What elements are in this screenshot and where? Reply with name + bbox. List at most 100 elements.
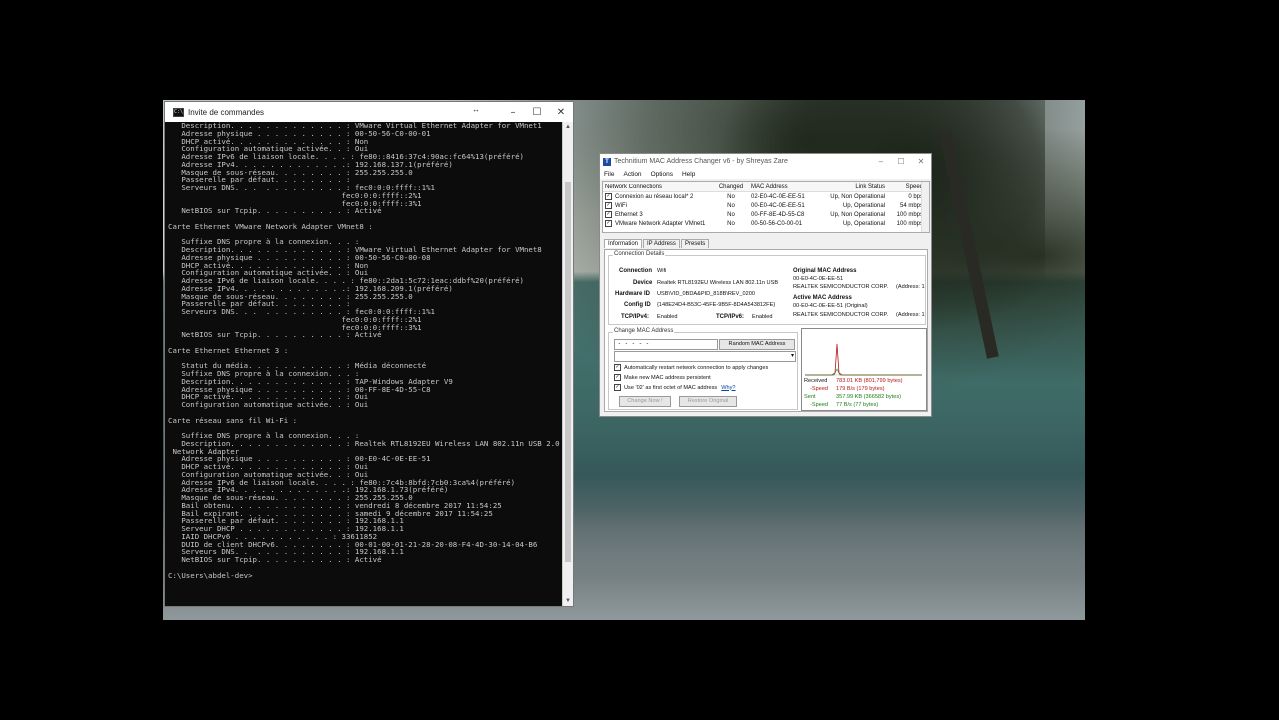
scroll-up-icon[interactable]: ▲: [563, 122, 573, 132]
tmac-app-icon: T: [603, 157, 611, 166]
connection-name-cell: ✓ VMware Network Adapter VMnet1: [603, 220, 713, 227]
connection-name-cell: ✓ Connexion au réseau local* 2: [603, 193, 713, 200]
tcpipv4-label: TCP/IPv4:: [621, 314, 650, 320]
first-octet-checkbox-row[interactable]: ✓ Use '02' as first octet of MAC address…: [614, 384, 736, 391]
cmd-titlebar[interactable]: C:\ Invite de commandes ↔ – ☐ ✕: [165, 102, 573, 122]
table-row[interactable]: ✓ VMware Network Adapter VMnet1 No 00-50-56…: [603, 219, 929, 228]
tab-information[interactable]: Information: [604, 239, 643, 248]
menu-options[interactable]: Options: [651, 171, 673, 178]
sent-traffic-line: [805, 368, 922, 376]
command-prompt-window[interactable]: C:\ Invite de commandes ↔ – ☐ ✕ Descript…: [164, 101, 574, 607]
table-scrollbar[interactable]: [921, 182, 929, 232]
tmac-menubar: File Action Options Help: [600, 169, 931, 179]
col-changed[interactable]: Changed: [713, 184, 749, 190]
changed-cell: No: [727, 211, 735, 218]
col-speed[interactable]: Speed: [887, 184, 925, 190]
col-link-status[interactable]: Link Status: [813, 184, 887, 190]
connection-name: WiFi: [615, 202, 627, 209]
cmd-scrollbar[interactable]: ▲ ▼: [562, 122, 573, 606]
tab-ip-address[interactable]: IP Address: [643, 239, 680, 248]
mac-address-cell: 00-E0-4C-0E-EE-51: [751, 202, 805, 209]
random-mac-button[interactable]: Random MAC Address: [719, 339, 795, 350]
link-status-cell: Up, Non Operational: [830, 211, 885, 218]
config-id-value: {148E24D4-B53C-45FE-9B5F-8D4A543812FE}: [657, 302, 776, 308]
changed-cell: No: [727, 220, 735, 227]
information-panel: Connection Details Connection Wifi Devic…: [604, 249, 928, 412]
minimize-button[interactable]: –: [501, 107, 525, 118]
row-checkbox[interactable]: ✓: [605, 220, 612, 227]
row-checkbox[interactable]: ✓: [605, 202, 612, 209]
col-network-connections[interactable]: Network Connections: [603, 184, 713, 190]
tx-speed-value: 77 B/s (77 bytes): [836, 402, 879, 408]
original-mac-value: 00-E0-4C-0E-EE-51: [793, 276, 844, 282]
rx-speed-value: 179 B/s (179 bytes): [836, 386, 885, 392]
changed-cell: No: [727, 193, 735, 200]
chevron-down-icon: ▾: [790, 353, 794, 359]
table-header: Network Connections Changed MAC Address …: [603, 182, 929, 192]
persistent-checkbox-row[interactable]: ✓ Make new MAC address persistent: [614, 374, 711, 381]
checkbox-auto-restart[interactable]: ✓: [614, 364, 621, 371]
scroll-down-icon[interactable]: ▼: [563, 596, 573, 606]
connection-name: Connexion au réseau local* 2: [615, 193, 694, 200]
col-mac-address[interactable]: MAC Address: [749, 184, 813, 190]
tmac-minimize-button[interactable]: –: [871, 157, 891, 166]
auto-restart-checkbox-row[interactable]: ✓ Automatically restart network connecti…: [614, 364, 768, 371]
why-link[interactable]: Why?: [721, 385, 735, 391]
menu-action[interactable]: Action: [623, 171, 641, 178]
table-row[interactable]: ✓ WiFi No 00-E0-4C-0E-EE-51 Up, Operational 5…: [603, 201, 929, 210]
auto-restart-label: Automatically restart network connection…: [624, 364, 769, 371]
cmd-output[interactable]: Description. . . . . . . . . . . . . : V…: [168, 122, 561, 606]
tab-presets[interactable]: Presets: [680, 239, 710, 248]
menu-file[interactable]: File: [604, 171, 614, 178]
tx-speed-label: -Speed: [810, 402, 829, 408]
tmac-maximize-button[interactable]: ☐: [891, 157, 911, 166]
original-address: (Address: 1: [896, 284, 925, 290]
device-label: Device: [633, 280, 653, 286]
maximize-button[interactable]: ☐: [525, 107, 549, 118]
tcpipv4-value: Enabled: [657, 314, 678, 320]
mac-address-cell: 00-50-56-C0-00-01: [751, 220, 803, 227]
received-value: 783.01 KB (801,799 bytes): [836, 378, 903, 384]
active-mac-label: Active MAC Address: [793, 295, 852, 301]
cmd-output-text: Description. . . . . . . . . . . . . : V…: [168, 122, 560, 580]
speed-cell: 54 mbps: [899, 202, 923, 209]
connections-table[interactable]: Network Connections Changed MAC Address …: [602, 181, 930, 233]
connection-name-cell: ✓ Ethernet 3: [603, 211, 713, 218]
table-row[interactable]: ✓ Connexion au réseau local* 2 No 02-E0-4C-…: [603, 192, 929, 201]
hardware-id-value: USB\VID_0BDA&PID_818B\REV_0200: [657, 291, 755, 297]
original-vendor: REALTEK SEMICONDUCTOR CORP.: [793, 284, 889, 290]
mac-address-cell: 00-FF-8E-4D-55-C8: [751, 211, 805, 218]
tmac-titlebar[interactable]: T Technitium MAC Address Changer v6 - by…: [600, 154, 931, 169]
change-now-button[interactable]: Change Now !: [619, 396, 671, 407]
checkbox-persistent[interactable]: ✓: [614, 374, 621, 381]
scroll-thumb[interactable]: [565, 182, 571, 562]
row-checkbox[interactable]: ✓: [605, 211, 612, 218]
tmac-window[interactable]: T Technitium MAC Address Changer v6 - by…: [599, 153, 932, 417]
tab-strip: Information IP Address Presets: [604, 239, 710, 248]
row-checkbox[interactable]: ✓: [605, 193, 612, 200]
change-mac-group: Change MAC Address - - - - - Random MAC …: [608, 328, 798, 410]
link-status-cell: Up, Operational: [842, 220, 885, 227]
change-mac-label: Change MAC Address: [613, 328, 675, 334]
connection-value: Wifi: [657, 268, 667, 274]
resize-cursor-icon: ↔: [472, 105, 480, 114]
connection-details-group: Connection Details Connection Wifi Devic…: [608, 251, 926, 325]
restore-original-button[interactable]: Restore Original: [679, 396, 737, 407]
table-row[interactable]: ✓ Ethernet 3 No 00-FF-8E-4D-55-C8 Up, Non Op…: [603, 210, 929, 219]
connection-name-cell: ✓ WiFi: [603, 202, 713, 209]
tmac-close-button[interactable]: ✕: [911, 157, 931, 166]
original-mac-label: Original MAC Address: [793, 268, 857, 274]
menu-help[interactable]: Help: [682, 171, 695, 178]
persistent-label: Make new MAC address persistent: [624, 374, 711, 381]
speed-cell: 100 mbps: [896, 211, 923, 218]
first-octet-label: Use '02' as first octet of MAC address: [624, 384, 718, 391]
active-vendor: REALTEK SEMICONDUCTOR CORP.: [793, 312, 889, 318]
traffic-graph: Received 783.01 KB (801,799 bytes) -Spee…: [801, 328, 927, 411]
checkbox-first-octet[interactable]: ✓: [614, 384, 621, 391]
connection-details-label: Connection Details: [613, 251, 666, 257]
connection-name: VMware Network Adapter VMnet1: [615, 220, 706, 227]
sent-value: 357.99 KB (366582 bytes): [836, 394, 901, 400]
mac-address-input[interactable]: - - - - -: [614, 339, 718, 350]
vendor-dropdown[interactable]: ▾: [614, 351, 796, 362]
close-button[interactable]: ✕: [549, 107, 573, 118]
